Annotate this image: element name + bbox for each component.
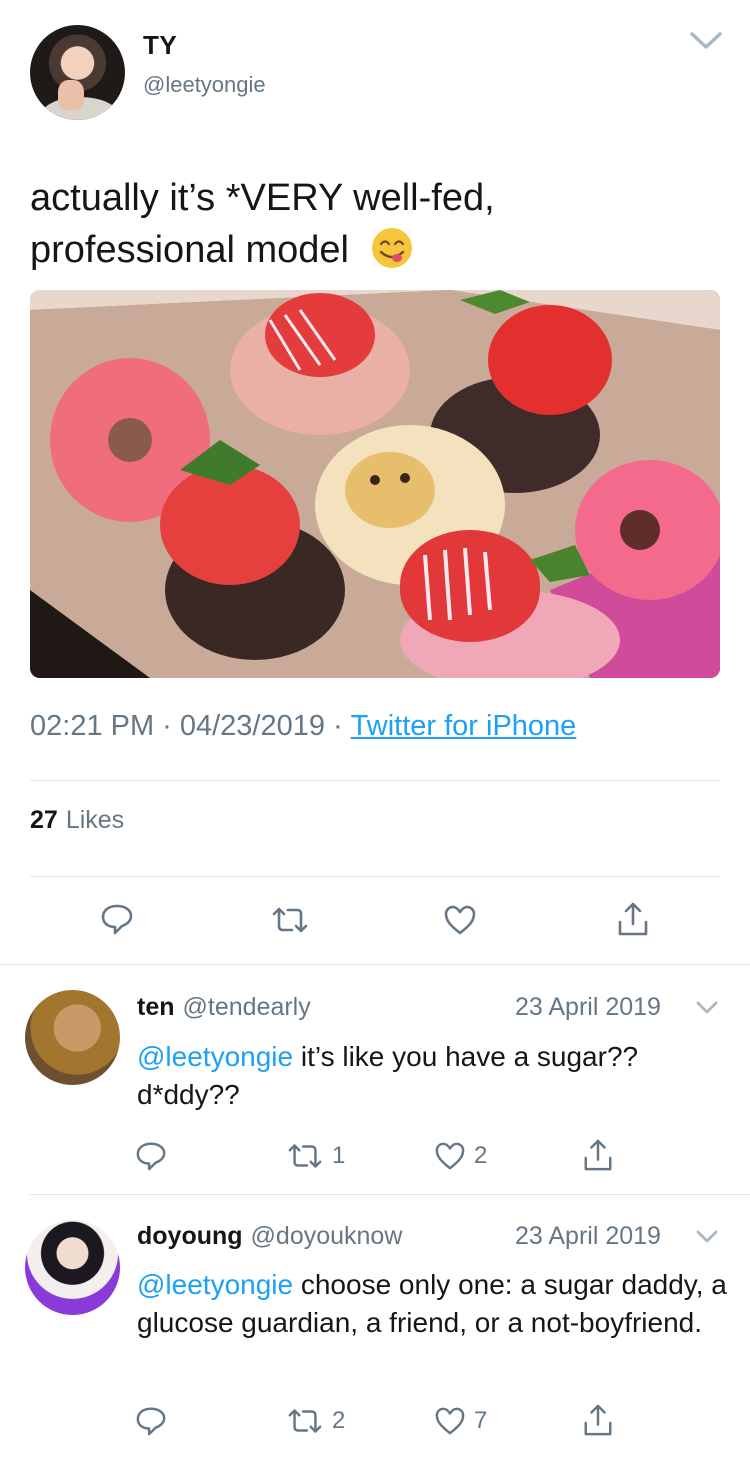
reply-mention[interactable]: @leetyongie [137, 1041, 293, 1072]
likes-label: Likes [65, 806, 125, 834]
retweet-icon [288, 1409, 322, 1433]
like-count: 2 [474, 1142, 488, 1169]
tweet-source-link[interactable]: Twitter for iPhone [351, 710, 577, 742]
chevron-down-icon[interactable] [695, 1229, 719, 1245]
reply-button[interactable] [135, 1140, 167, 1172]
tweet-photo[interactable] [30, 290, 720, 678]
tweet-text: actually it’s *VERY well-fed, profession… [30, 172, 710, 276]
reply-text: @leetyongie it’s like you have a sugar??… [137, 1038, 727, 1114]
divider [30, 876, 720, 877]
tweet-text-body: actually it’s *VERY well-fed, profession… [30, 177, 495, 271]
retweet-icon [272, 907, 308, 933]
tweet-timestamp-line: 02:21 PM · 04/23/2019 · Twitter for iPhone [30, 710, 577, 742]
author-display-name[interactable]: TY [143, 30, 177, 61]
share-button[interactable] [582, 1402, 614, 1438]
share-button[interactable] [582, 1137, 614, 1173]
reply-icon [136, 1407, 166, 1436]
reply-text: @leetyongie choose only one: a sugar dad… [137, 1266, 727, 1342]
reply-author[interactable]: doyoung @doyouknow [137, 1222, 402, 1251]
heart-icon [444, 905, 476, 935]
reply-author[interactable]: ten @tendearly [137, 993, 311, 1022]
donut-box-illustration [30, 290, 720, 678]
likes-count: 27 [30, 806, 58, 834]
reply-handle: @tendearly [182, 993, 311, 1021]
reply-display-name: doyoung [137, 1222, 243, 1250]
reply-button[interactable] [100, 902, 134, 936]
tweet-date: 04/23/2019 [179, 710, 325, 742]
likes-summary[interactable]: 27 Likes [30, 806, 124, 835]
reply-avatar[interactable] [25, 1220, 120, 1315]
retweet-count: 2 [332, 1407, 346, 1434]
reply-avatar[interactable] [25, 990, 120, 1085]
divider [30, 1194, 750, 1195]
reply-mention[interactable]: @leetyongie [137, 1269, 293, 1300]
chevron-down-icon[interactable] [688, 30, 724, 52]
reply-icon [101, 904, 133, 935]
retweet-button[interactable]: 2 [286, 1407, 345, 1435]
reply-display-name: ten [137, 993, 175, 1021]
reply-icon [136, 1142, 166, 1171]
retweet-button[interactable]: 1 [286, 1142, 345, 1170]
reply-handle: @doyouknow [250, 1222, 403, 1250]
divider [30, 780, 720, 781]
like-count: 7 [474, 1407, 488, 1434]
retweet-icon [288, 1144, 322, 1168]
chevron-down-icon[interactable] [695, 1000, 719, 1016]
heart-icon [435, 1142, 465, 1170]
face-savoring-food-emoji-icon [371, 228, 412, 268]
heart-icon [435, 1407, 465, 1435]
author-avatar[interactable] [30, 25, 125, 120]
share-icon [618, 902, 648, 936]
like-button[interactable] [443, 904, 477, 936]
like-button[interactable]: 2 [434, 1141, 487, 1171]
share-icon [584, 1404, 612, 1436]
reply-date: 23 April 2019 [515, 993, 661, 1021]
divider [0, 964, 750, 965]
retweet-button[interactable] [270, 906, 310, 934]
author-handle[interactable]: @leetyongie [143, 72, 266, 98]
like-button[interactable]: 7 [434, 1406, 487, 1436]
tweet-time: 02:21 PM [30, 710, 155, 742]
share-button[interactable] [616, 900, 650, 938]
retweet-count: 1 [332, 1142, 346, 1169]
reply-date: 23 April 2019 [515, 1222, 661, 1250]
reply-button[interactable] [135, 1405, 167, 1437]
tweet-detail-page: TY @leetyongie actually it’s *VERY well-… [0, 0, 750, 1463]
share-icon [584, 1139, 612, 1171]
